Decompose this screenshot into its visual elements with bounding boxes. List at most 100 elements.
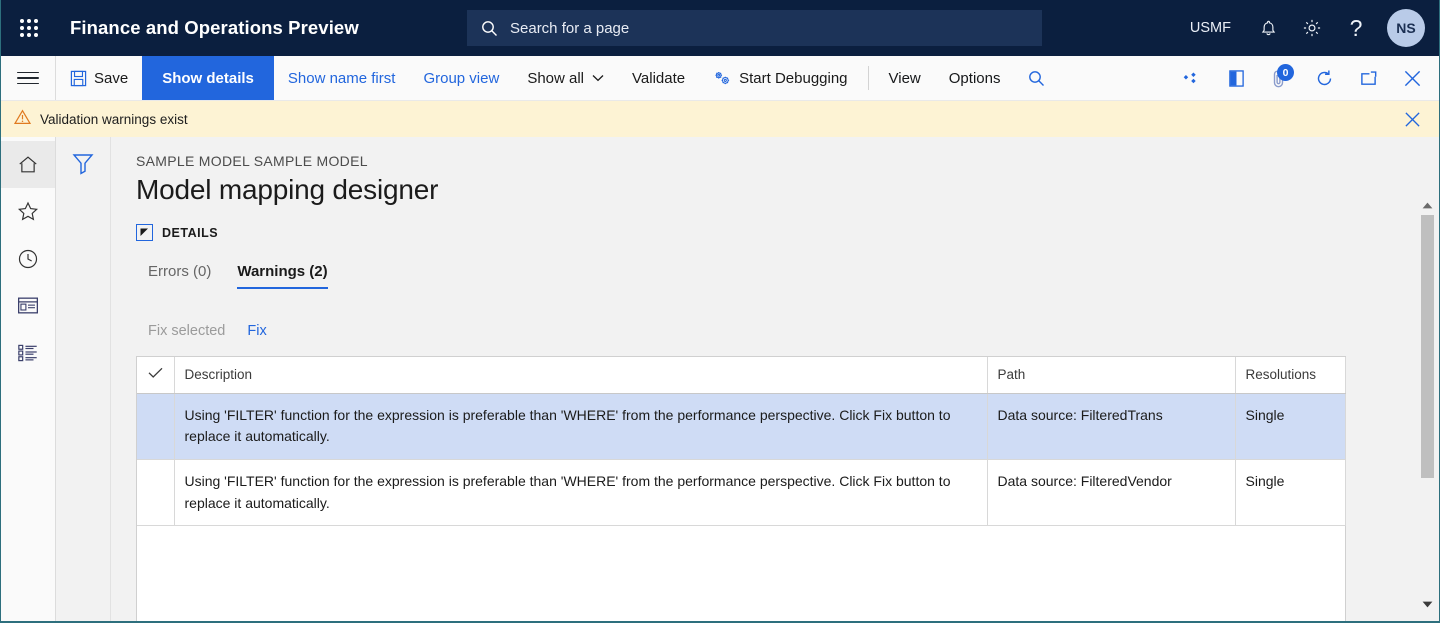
waffle-grid — [20, 19, 38, 37]
fix-button[interactable]: Fix — [247, 323, 266, 339]
validate-label: Validate — [632, 69, 686, 87]
command-divider — [867, 66, 869, 90]
sidebar-item-home[interactable] — [1, 141, 55, 188]
refresh-icon[interactable] — [1305, 56, 1343, 101]
hamburger-lines — [17, 68, 39, 89]
sidebar-item-workspaces[interactable] — [1, 282, 55, 329]
sidebar-item-modules[interactable] — [1, 329, 55, 376]
star-icon — [17, 201, 39, 221]
page-body: SAMPLE MODEL SAMPLE MODEL Model mapping … — [1, 137, 1439, 623]
row-checkbox[interactable] — [137, 393, 175, 460]
command-bar: Save Show details Show name first Group … — [1, 56, 1439, 101]
attachment-icon[interactable]: 0 — [1261, 56, 1299, 101]
row-path: Data source: FilteredVendor — [987, 459, 1236, 527]
search-placeholder: Search for a page — [510, 19, 630, 37]
view-label: View — [888, 69, 921, 87]
group-view-label: Group view — [423, 69, 500, 87]
row-resolutions: Single — [1235, 459, 1346, 527]
scrollbar-track[interactable] — [1420, 213, 1435, 596]
save-label: Save — [94, 69, 129, 87]
validation-tabs: Errors (0) Warnings (2) — [136, 263, 1439, 289]
open-in-new-icon[interactable] — [1349, 56, 1387, 101]
sidebar-item-favorites[interactable] — [1, 188, 55, 235]
show-name-first-label: Show name first — [287, 69, 396, 87]
warnings-grid: Description Path Resolutions Using 'FILT… — [136, 356, 1346, 623]
show-details-label: Show details — [162, 69, 254, 87]
relationships-icon[interactable] — [1173, 56, 1211, 101]
chevron-down-icon — [592, 74, 604, 82]
scroll-up-caret-up-icon[interactable] — [1420, 197, 1435, 213]
start-debugging-button[interactable]: Start Debugging — [699, 56, 861, 100]
application-window: Finance and Operations Preview Search fo… — [0, 0, 1440, 623]
fix-action-row: Fix selected Fix — [136, 323, 1439, 339]
workspace-icon — [18, 297, 38, 314]
gear-icon[interactable] — [1291, 0, 1333, 56]
search-icon — [481, 20, 498, 37]
warnings-table: Description Path Resolutions Using 'FILT… — [137, 357, 1346, 527]
view-menu[interactable]: View — [875, 56, 935, 100]
gears-icon — [713, 70, 732, 87]
options-menu[interactable]: Options — [935, 56, 1015, 100]
top-right-cluster: USMF ? NS — [1176, 0, 1439, 56]
column-header-resolutions[interactable]: Resolutions — [1235, 357, 1346, 394]
table-row[interactable]: Using 'FILTER' function for the expressi… — [137, 459, 1346, 527]
row-resolutions: Single — [1235, 393, 1346, 460]
hamburger-icon[interactable] — [1, 56, 56, 100]
options-label: Options — [948, 69, 1001, 87]
help-icon[interactable]: ? — [1335, 0, 1377, 56]
checkmark-icon — [148, 368, 163, 379]
search-input[interactable]: Search for a page — [467, 10, 1042, 46]
show-details-button[interactable]: Show details — [142, 56, 274, 100]
command-search-icon[interactable] — [1014, 56, 1059, 100]
table-row[interactable]: Using 'FILTER' function for the expressi… — [137, 393, 1346, 460]
scrollbar-thumb[interactable] — [1421, 215, 1434, 478]
bell-icon[interactable] — [1247, 0, 1289, 56]
column-header-path[interactable]: Path — [987, 357, 1236, 394]
collapse-toggle-icon[interactable] — [136, 224, 153, 241]
help-glyph: ? — [1349, 14, 1363, 41]
row-description: Using 'FILTER' function for the expressi… — [174, 459, 988, 527]
fix-selected-button[interactable]: Fix selected — [148, 323, 225, 339]
details-section-header: DETAILS — [136, 224, 1439, 241]
row-checkbox[interactable] — [137, 459, 175, 527]
table-header-row: Description Path Resolutions — [137, 357, 1346, 394]
close-icon[interactable] — [1393, 56, 1431, 101]
scroll-down-caret-down-icon[interactable] — [1420, 596, 1435, 612]
details-section-label: DETAILS — [162, 225, 219, 240]
vertical-scrollbar[interactable] — [1420, 197, 1435, 612]
validation-message-bar: Validation warnings exist — [1, 101, 1439, 137]
select-all-column-header[interactable] — [137, 357, 175, 394]
filter-funnel-icon[interactable] — [72, 152, 94, 623]
app-title: Finance and Operations Preview — [70, 17, 359, 38]
show-name-first-button[interactable]: Show name first — [274, 56, 410, 100]
command-bar-right-icons: 0 — [1173, 56, 1431, 101]
group-view-button[interactable]: Group view — [409, 56, 513, 100]
top-navigation-bar: Finance and Operations Preview Search fo… — [1, 0, 1439, 56]
avatar[interactable]: NS — [1387, 9, 1425, 47]
book-icon[interactable] — [1217, 56, 1255, 101]
dismiss-warning-close-icon[interactable] — [1397, 101, 1427, 137]
home-icon — [19, 156, 37, 173]
sidebar-item-recent[interactable] — [1, 235, 55, 282]
filter-pane — [56, 137, 111, 623]
attachment-badge: 0 — [1277, 64, 1294, 81]
save-button[interactable]: Save — [56, 56, 142, 100]
validate-button[interactable]: Validate — [618, 56, 699, 100]
navigation-rail — [1, 137, 56, 623]
company-selector[interactable]: USMF — [1176, 0, 1245, 56]
show-all-label: Show all — [527, 69, 585, 87]
row-path: Data source: FilteredTrans — [987, 393, 1236, 460]
tab-errors[interactable]: Errors (0) — [148, 263, 211, 289]
waffle-menu-icon[interactable] — [1, 0, 57, 56]
tab-warnings[interactable]: Warnings (2) — [237, 263, 328, 289]
warning-triangle-icon — [13, 108, 32, 130]
show-all-dropdown[interactable]: Show all — [513, 56, 618, 100]
page-title: Model mapping designer — [136, 174, 439, 205]
start-debugging-label: Start Debugging — [739, 69, 848, 87]
row-description: Using 'FILTER' function for the expressi… — [174, 393, 988, 460]
list-icon — [18, 344, 37, 361]
validation-message-text: Validation warnings exist — [40, 111, 188, 127]
breadcrumb: SAMPLE MODEL SAMPLE MODEL — [136, 153, 368, 169]
column-header-description[interactable]: Description — [174, 357, 988, 394]
main-content: SAMPLE MODEL SAMPLE MODEL Model mapping … — [111, 137, 1439, 623]
